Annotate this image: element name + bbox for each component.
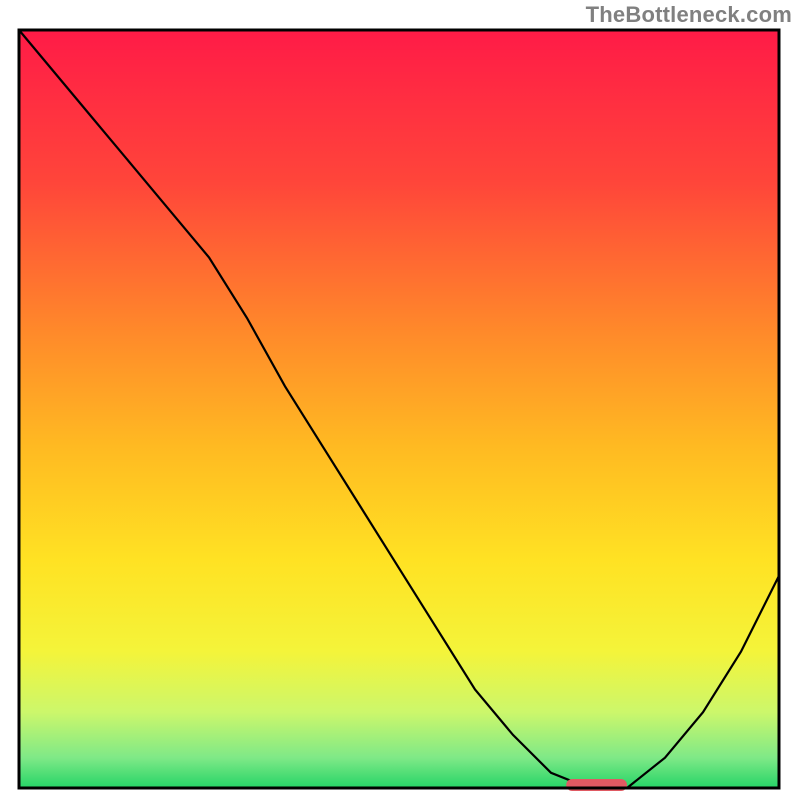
gradient-background — [19, 30, 779, 788]
chart-container: { "watermark": "TheBottleneck.com", "cha… — [0, 0, 800, 800]
bottleneck-chart — [0, 0, 800, 800]
